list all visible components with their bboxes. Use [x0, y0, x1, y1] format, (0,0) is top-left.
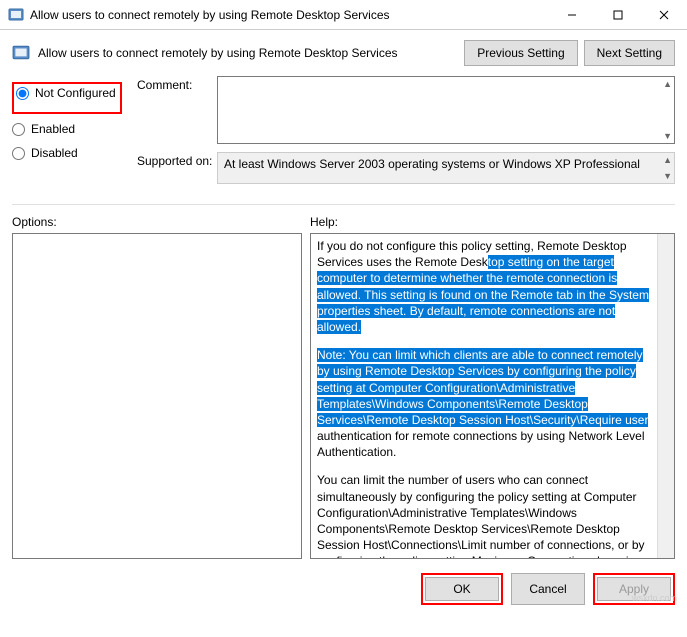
titlebar: Allow users to connect remotely by using… — [0, 0, 687, 30]
divider — [12, 204, 675, 205]
maximize-button[interactable] — [595, 0, 641, 30]
next-setting-button[interactable]: Next Setting — [584, 40, 675, 66]
minimize-button[interactable] — [549, 0, 595, 30]
scroll-down-icon[interactable]: ▼ — [663, 171, 672, 181]
radio-enabled-label: Enabled — [31, 122, 75, 136]
policy-icon — [8, 7, 24, 23]
scroll-up-icon[interactable]: ▲ — [663, 79, 672, 89]
previous-setting-button[interactable]: Previous Setting — [464, 40, 577, 66]
close-button[interactable] — [641, 0, 687, 30]
policy-icon — [12, 44, 30, 62]
highlight-ok: OK — [421, 573, 503, 605]
help-paragraph-2: Note: You can limit which clients are ab… — [317, 347, 656, 460]
config-area: Not Configured Enabled Disabled Comment:… — [0, 72, 687, 200]
radio-disabled-label: Disabled — [31, 146, 78, 160]
highlight-not-configured: Not Configured — [12, 82, 122, 114]
radio-disabled[interactable]: Disabled — [12, 146, 137, 160]
radio-not-configured-input[interactable] — [16, 87, 29, 100]
radio-disabled-input[interactable] — [12, 147, 25, 160]
panels: If you do not configure this policy sett… — [0, 233, 687, 559]
window-title: Allow users to connect remotely by using… — [30, 8, 549, 22]
options-label: Options: — [12, 215, 310, 229]
options-panel[interactable] — [12, 233, 302, 559]
fields: Comment: ▲ ▼ Supported on: At least Wind… — [137, 76, 675, 192]
panel-labels: Options: Help: — [0, 209, 687, 233]
policy-title: Allow users to connect remotely by using… — [38, 46, 458, 60]
help-panel[interactable]: If you do not configure this policy sett… — [310, 233, 675, 559]
supported-on-value: At least Windows Server 2003 operating s… — [224, 157, 640, 171]
radio-enabled[interactable]: Enabled — [12, 122, 137, 136]
supported-on-label: Supported on: — [137, 152, 217, 184]
header: Allow users to connect remotely by using… — [0, 30, 687, 72]
scroll-down-icon[interactable]: ▼ — [663, 131, 672, 141]
comment-label: Comment: — [137, 76, 217, 144]
scrollbar[interactable] — [657, 234, 674, 558]
radio-not-configured[interactable]: Not Configured — [16, 86, 116, 100]
footer: OK Cancel Apply — [0, 559, 687, 619]
radio-not-configured-label: Not Configured — [35, 86, 116, 100]
comment-input[interactable]: ▲ ▼ — [217, 76, 675, 144]
supported-on-box: At least Windows Server 2003 operating s… — [217, 152, 675, 184]
ok-button[interactable]: OK — [425, 577, 499, 601]
cancel-button[interactable]: Cancel — [511, 573, 585, 605]
scroll-up-icon[interactable]: ▲ — [663, 155, 672, 165]
watermark: wsxdn.com — [632, 593, 677, 603]
help-label: Help: — [310, 215, 338, 229]
help-paragraph-3: You can limit the number of users who ca… — [317, 472, 656, 559]
help-paragraph-1: If you do not configure this policy sett… — [317, 238, 656, 335]
window-controls — [549, 0, 687, 30]
state-radios: Not Configured Enabled Disabled — [12, 76, 137, 192]
radio-enabled-input[interactable] — [12, 123, 25, 136]
